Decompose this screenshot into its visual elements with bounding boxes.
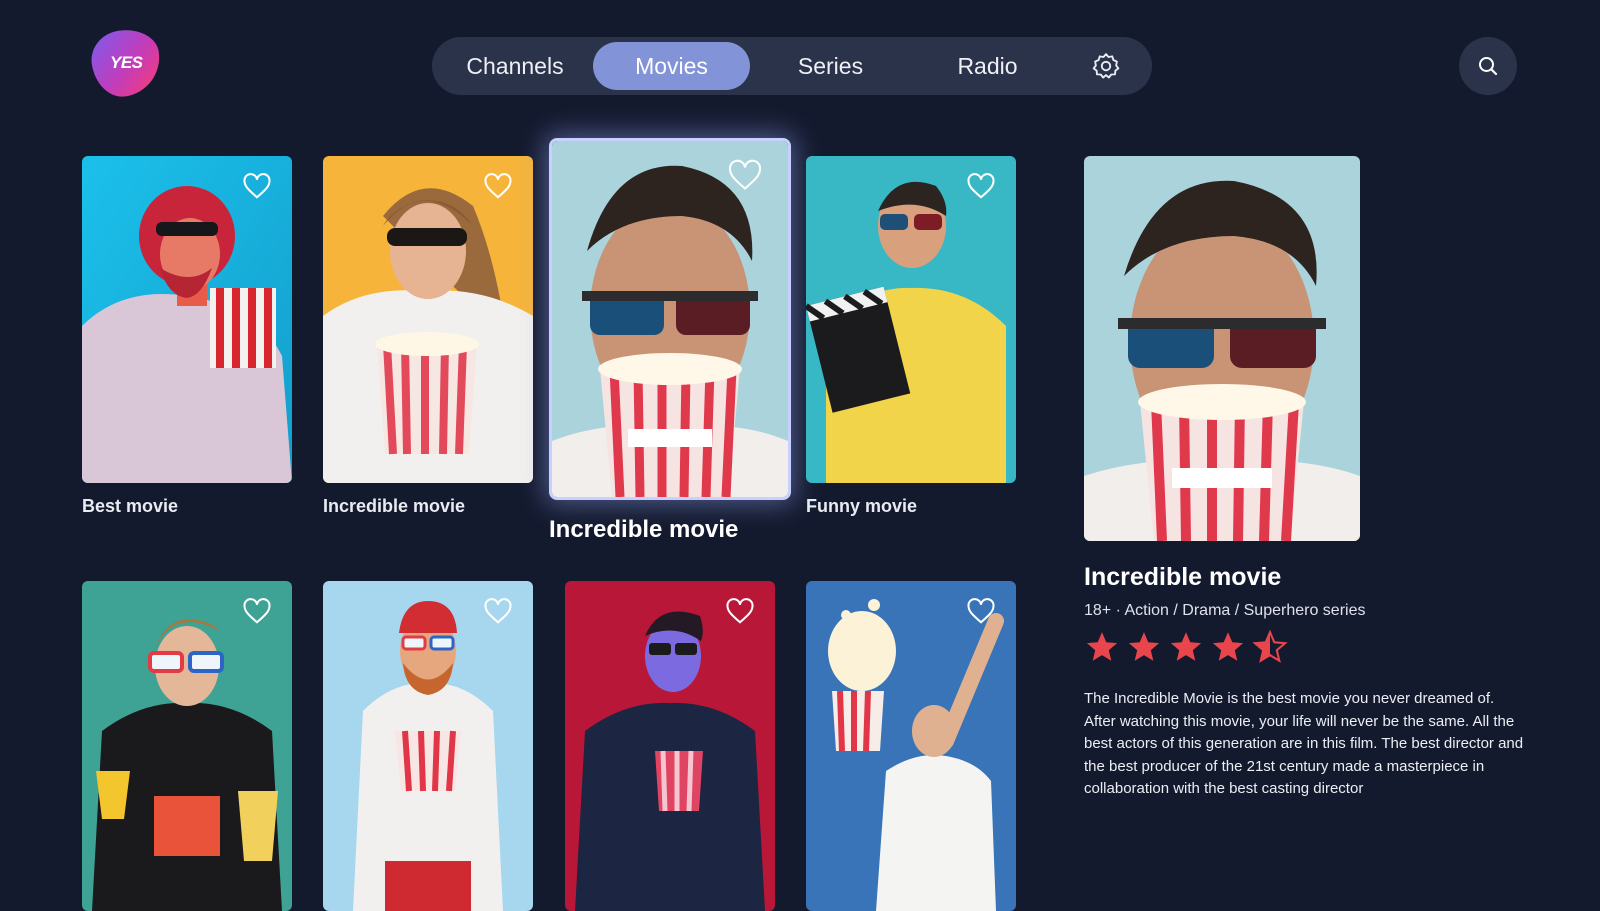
- star-icon: [1086, 632, 1118, 661]
- movie-poster: [82, 581, 292, 911]
- movie-card[interactable]: Funny movie: [806, 156, 1016, 526]
- favorite-heart-icon[interactable]: [483, 597, 513, 625]
- rating-stars: [1084, 630, 1288, 664]
- favorite-heart-icon[interactable]: [727, 158, 763, 192]
- card-title: Incredible movie: [323, 496, 466, 516]
- movie-card[interactable]: [565, 581, 775, 911]
- favorite-heart-icon[interactable]: [242, 597, 272, 625]
- detail-poster: [1084, 156, 1360, 541]
- card-title: Incredible movie: [549, 516, 739, 543]
- movie-card[interactable]: Best movie: [82, 156, 292, 526]
- movie-card[interactable]: [323, 581, 533, 911]
- tab-movies[interactable]: Movies: [593, 42, 750, 90]
- star-half-icon: [1252, 630, 1288, 663]
- search-button[interactable]: [1459, 37, 1517, 95]
- gear-icon: [1092, 53, 1120, 79]
- tab-channels[interactable]: Channels: [440, 42, 590, 90]
- logo-text: YES: [109, 53, 143, 72]
- movie-poster: [323, 581, 533, 911]
- favorite-heart-icon[interactable]: [966, 597, 996, 625]
- movie-poster: [82, 156, 292, 483]
- favorite-heart-icon[interactable]: [242, 172, 272, 200]
- app-logo: YES: [87, 25, 165, 101]
- settings-button[interactable]: [1068, 42, 1144, 90]
- card-title: Best movie: [82, 496, 179, 516]
- star-icon: [1128, 632, 1160, 661]
- detail-meta: 18+ · Action / Drama / Superhero series: [1084, 602, 1366, 619]
- star-icon: [1170, 632, 1202, 661]
- movie-poster: [806, 581, 1016, 911]
- top-nav: Channels Movies Series Radio: [432, 37, 1152, 95]
- movie-poster: [806, 156, 1016, 483]
- card-title: Funny movie: [806, 496, 918, 516]
- favorite-heart-icon[interactable]: [483, 172, 513, 200]
- detail-description: The Incredible Movie is the best movie y…: [1084, 690, 1524, 797]
- tab-series[interactable]: Series: [752, 42, 909, 90]
- movie-poster: [565, 581, 775, 911]
- movie-poster: [323, 156, 533, 483]
- movie-poster: [549, 138, 791, 500]
- movie-card-focused[interactable]: Incredible movie: [549, 138, 791, 548]
- star-icon: [1212, 632, 1244, 661]
- tab-radio[interactable]: Radio: [909, 42, 1066, 90]
- detail-title: Incredible movie: [1084, 563, 1282, 591]
- favorite-heart-icon[interactable]: [966, 172, 996, 200]
- search-icon: [1479, 57, 1498, 76]
- movie-card[interactable]: Incredible movie: [323, 156, 533, 526]
- movie-card[interactable]: [82, 581, 292, 911]
- favorite-heart-icon[interactable]: [725, 597, 755, 625]
- movie-card[interactable]: [806, 581, 1016, 911]
